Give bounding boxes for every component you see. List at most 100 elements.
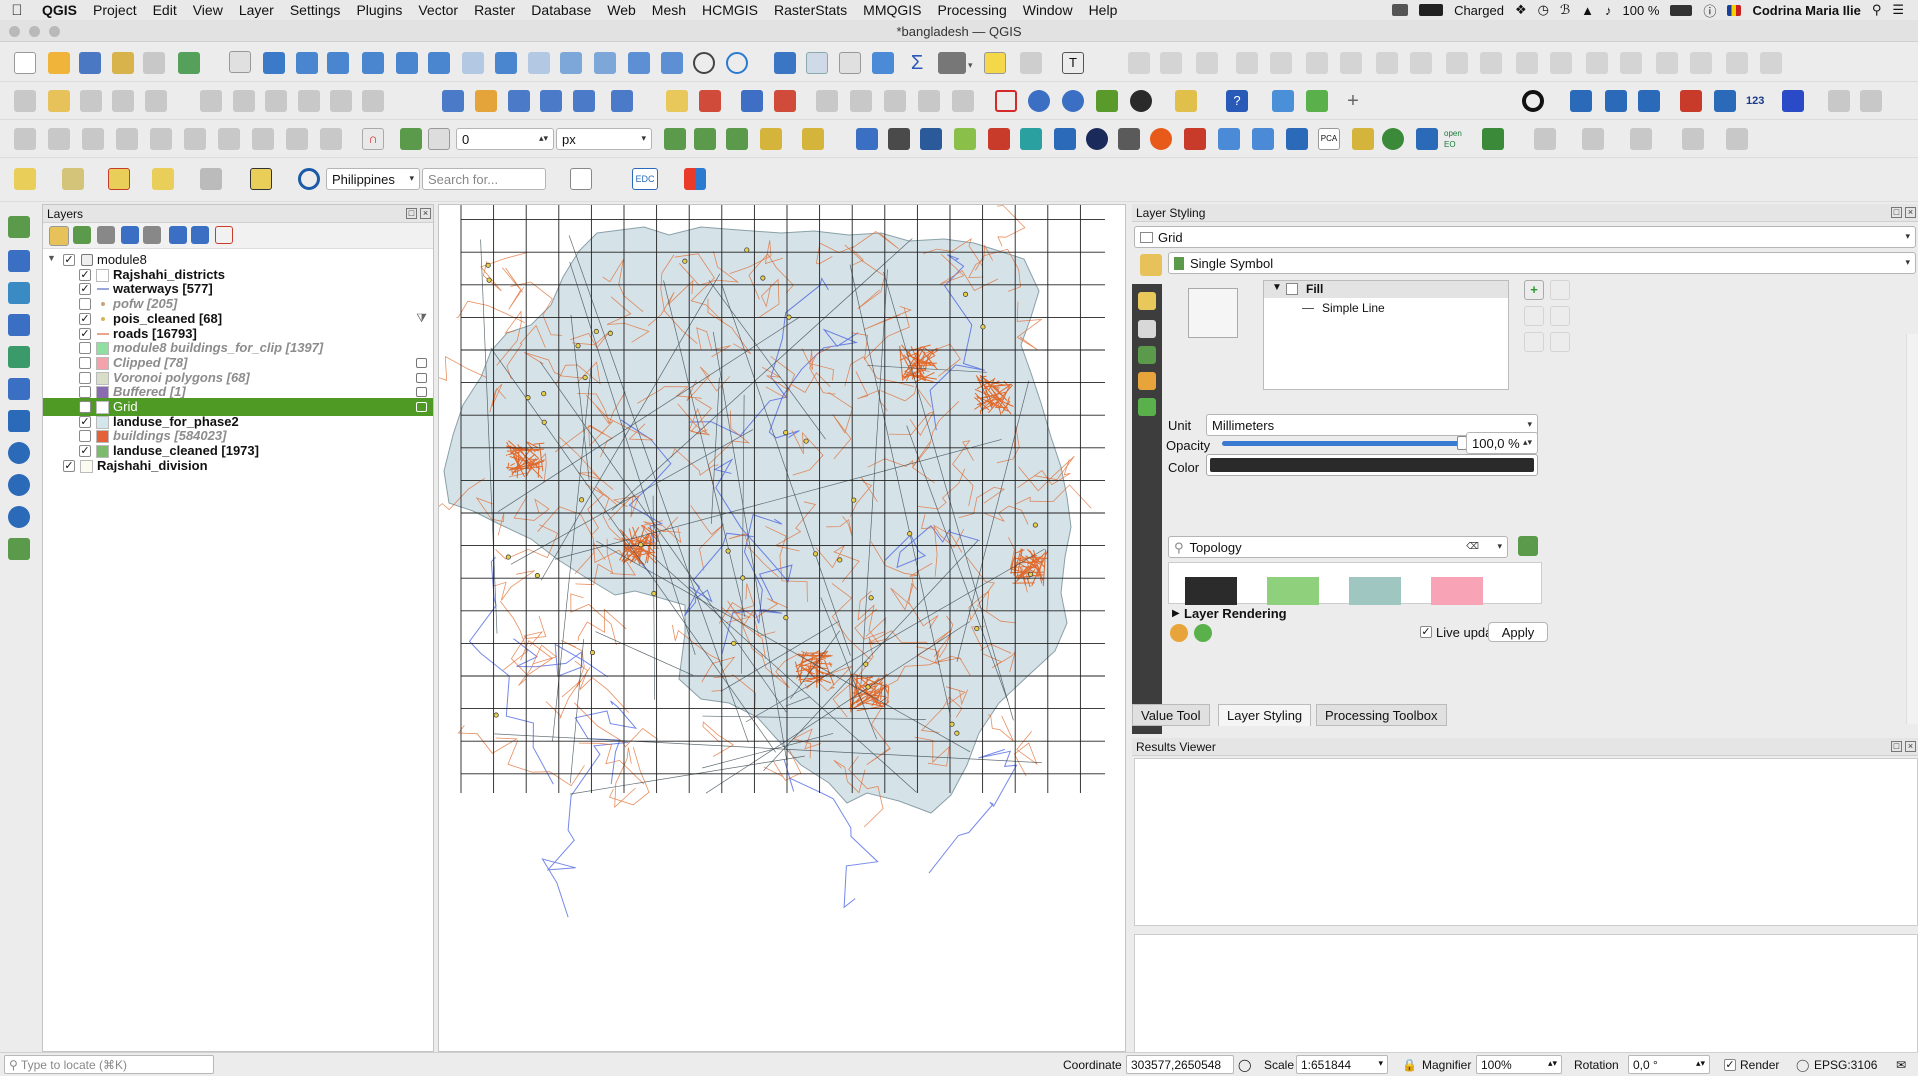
add-delimited-text-icon[interactable] [8,314,30,336]
label-tool-9-icon[interactable] [952,90,974,112]
menu-layer[interactable]: Layer [231,2,282,18]
annotation-tool-1-icon[interactable] [1128,52,1150,74]
render-checkbox[interactable]: ✓ [1724,1059,1736,1071]
delete-selected-icon[interactable] [200,90,222,112]
help-icon[interactable]: ⓘ [1703,1,1716,20]
plugin-lasso-icon[interactable] [250,168,272,190]
label-tool-8-icon[interactable] [918,90,940,112]
close-results-icon[interactable]: × [1905,741,1916,752]
annotation-tool-3-icon[interactable] [1196,52,1218,74]
3d-view-tab-icon[interactable] [1138,346,1156,364]
layer-rendering-expand-icon[interactable]: ▶ [1172,608,1180,619]
globe-tool-1-icon[interactable] [1028,90,1050,112]
messages-icon[interactable]: ✉ [1896,1058,1906,1072]
wifi-icon[interactable]: ▲ [1581,3,1594,18]
apply-button[interactable]: Apply [1488,622,1548,642]
cad-tool-7-icon[interactable] [1860,90,1882,112]
crs-icon[interactable]: ◯ [1796,1058,1809,1072]
add-wms-layer-icon[interactable] [8,442,30,464]
advanced-edit-1-icon[interactable] [14,128,36,150]
layer-visibility-checkbox[interactable] [79,386,91,399]
zoom-native-icon[interactable] [462,52,484,74]
pan-to-selection-icon[interactable] [263,52,285,74]
topology-tool-2-icon[interactable] [694,128,716,150]
add-wcs-layer-icon[interactable] [8,506,30,528]
tab-processing-toolbox[interactable]: Processing Toolbox [1316,704,1447,726]
embedded-layer-icon[interactable] [416,402,427,412]
undo-icon[interactable] [330,90,352,112]
digitize-tool-1-icon[interactable] [442,90,464,112]
app-menu[interactable]: QGIS [34,2,85,18]
menu-web[interactable]: Web [599,2,644,18]
float-styling-icon[interactable]: □ [1891,207,1902,218]
embedded-layer-icon[interactable] [416,387,427,398]
symbol-library-search[interactable]: ⚲ Topology ⌫ ▾ [1168,536,1508,558]
plugin-21-icon[interactable] [1682,128,1704,150]
annotation-tool-10-icon[interactable] [1446,52,1468,74]
menu-edit[interactable]: Edit [145,2,185,18]
user-name[interactable]: Codrina Maria Ilie [1752,3,1860,18]
python-console-icon[interactable] [856,128,878,150]
plugin-9-icon[interactable] [1150,128,1172,150]
crs-label[interactable]: EPSG:3106 [1814,1058,1877,1072]
opacity-input[interactable]: 100,0 % ▴▾ [1466,432,1538,454]
plugin-tool-5-icon[interactable] [1306,90,1328,112]
menu-view[interactable]: View [185,2,231,18]
undo-style-icon[interactable] [1170,624,1188,642]
new-map-view-icon[interactable] [560,52,582,74]
advanced-edit-2-icon[interactable] [48,128,70,150]
numbering-tool-icon[interactable]: 123 [1746,90,1768,112]
advanced-edit-4-icon[interactable] [116,128,138,150]
select-location-icon[interactable] [152,168,174,190]
scale-field[interactable]: 1:651844 ▾ [1296,1055,1388,1074]
annotation-tool-15-icon[interactable] [1620,52,1642,74]
styling-layer-select[interactable]: Grid ▾ [1134,226,1916,248]
symbology-tab-icon[interactable] [1140,254,1162,276]
menu-raster[interactable]: Raster [466,2,523,18]
advanced-edit-5-icon[interactable] [150,128,172,150]
menu-mmqgis[interactable]: MMQGIS [855,2,929,18]
group-visibility-checkbox[interactable]: ✓ [63,254,75,266]
menu-database[interactable]: Database [523,2,599,18]
shape-tool-icon[interactable] [995,90,1017,112]
apple-icon[interactable]:  [0,2,34,19]
label-tool-4-icon[interactable] [774,90,796,112]
digitize-tool-4-icon[interactable] [540,90,562,112]
plugin-tool-3-icon[interactable] [1175,90,1197,112]
advanced-edit-7-icon[interactable] [218,128,240,150]
layer-visibility-checkbox[interactable]: ✓ [79,415,91,428]
zoom-full-icon[interactable] [362,52,384,74]
identify-features-icon[interactable] [774,52,796,74]
symbol-swatch[interactable] [1185,577,1237,605]
digitize-tool-2-icon[interactable] [475,90,497,112]
xy-tool-icon[interactable] [1570,90,1592,112]
zoom-next-icon[interactable] [528,52,550,74]
collapse-group-icon[interactable]: ▼ [47,253,56,263]
menu-help[interactable]: Help [1081,2,1126,18]
plugin-11-icon[interactable] [1218,128,1240,150]
plugin-15-icon[interactable] [1382,128,1404,150]
label-tool-3-icon[interactable] [741,90,763,112]
current-edits-icon[interactable] [14,90,36,112]
float-panel-icon[interactable]: □ [406,208,417,219]
snapping-type-icon[interactable] [428,128,450,150]
plugin-16-icon[interactable] [1416,128,1438,150]
plugin-19-icon[interactable] [1582,128,1604,150]
annotation-tool-13-icon[interactable] [1550,52,1572,74]
layer-visibility-checkbox[interactable]: ✓ [79,312,91,325]
remove-layer-icon[interactable] [215,226,233,244]
layer-visibility-checkbox[interactable]: ✓ [79,327,91,340]
snap-tolerance-input[interactable]: 0 ▴▾ [456,128,554,150]
style-manager-icon[interactable] [1518,536,1538,556]
add-raster-layer-icon[interactable] [8,250,30,272]
filter-legend-icon[interactable] [121,226,139,244]
toggle-extents-icon[interactable]: ◯ [1238,1058,1251,1072]
flag-icon[interactable] [1727,4,1742,16]
plugin-7-icon[interactable] [1086,128,1108,150]
text-annotation-icon[interactable]: T [1062,52,1084,74]
lock-scale-icon[interactable]: 🔒 [1402,1058,1417,1072]
advanced-edit-10-icon[interactable] [320,128,342,150]
open-styling-icon[interactable] [49,226,69,246]
locator-search-icon[interactable] [298,168,320,190]
lock-color-icon[interactable] [1550,332,1570,352]
